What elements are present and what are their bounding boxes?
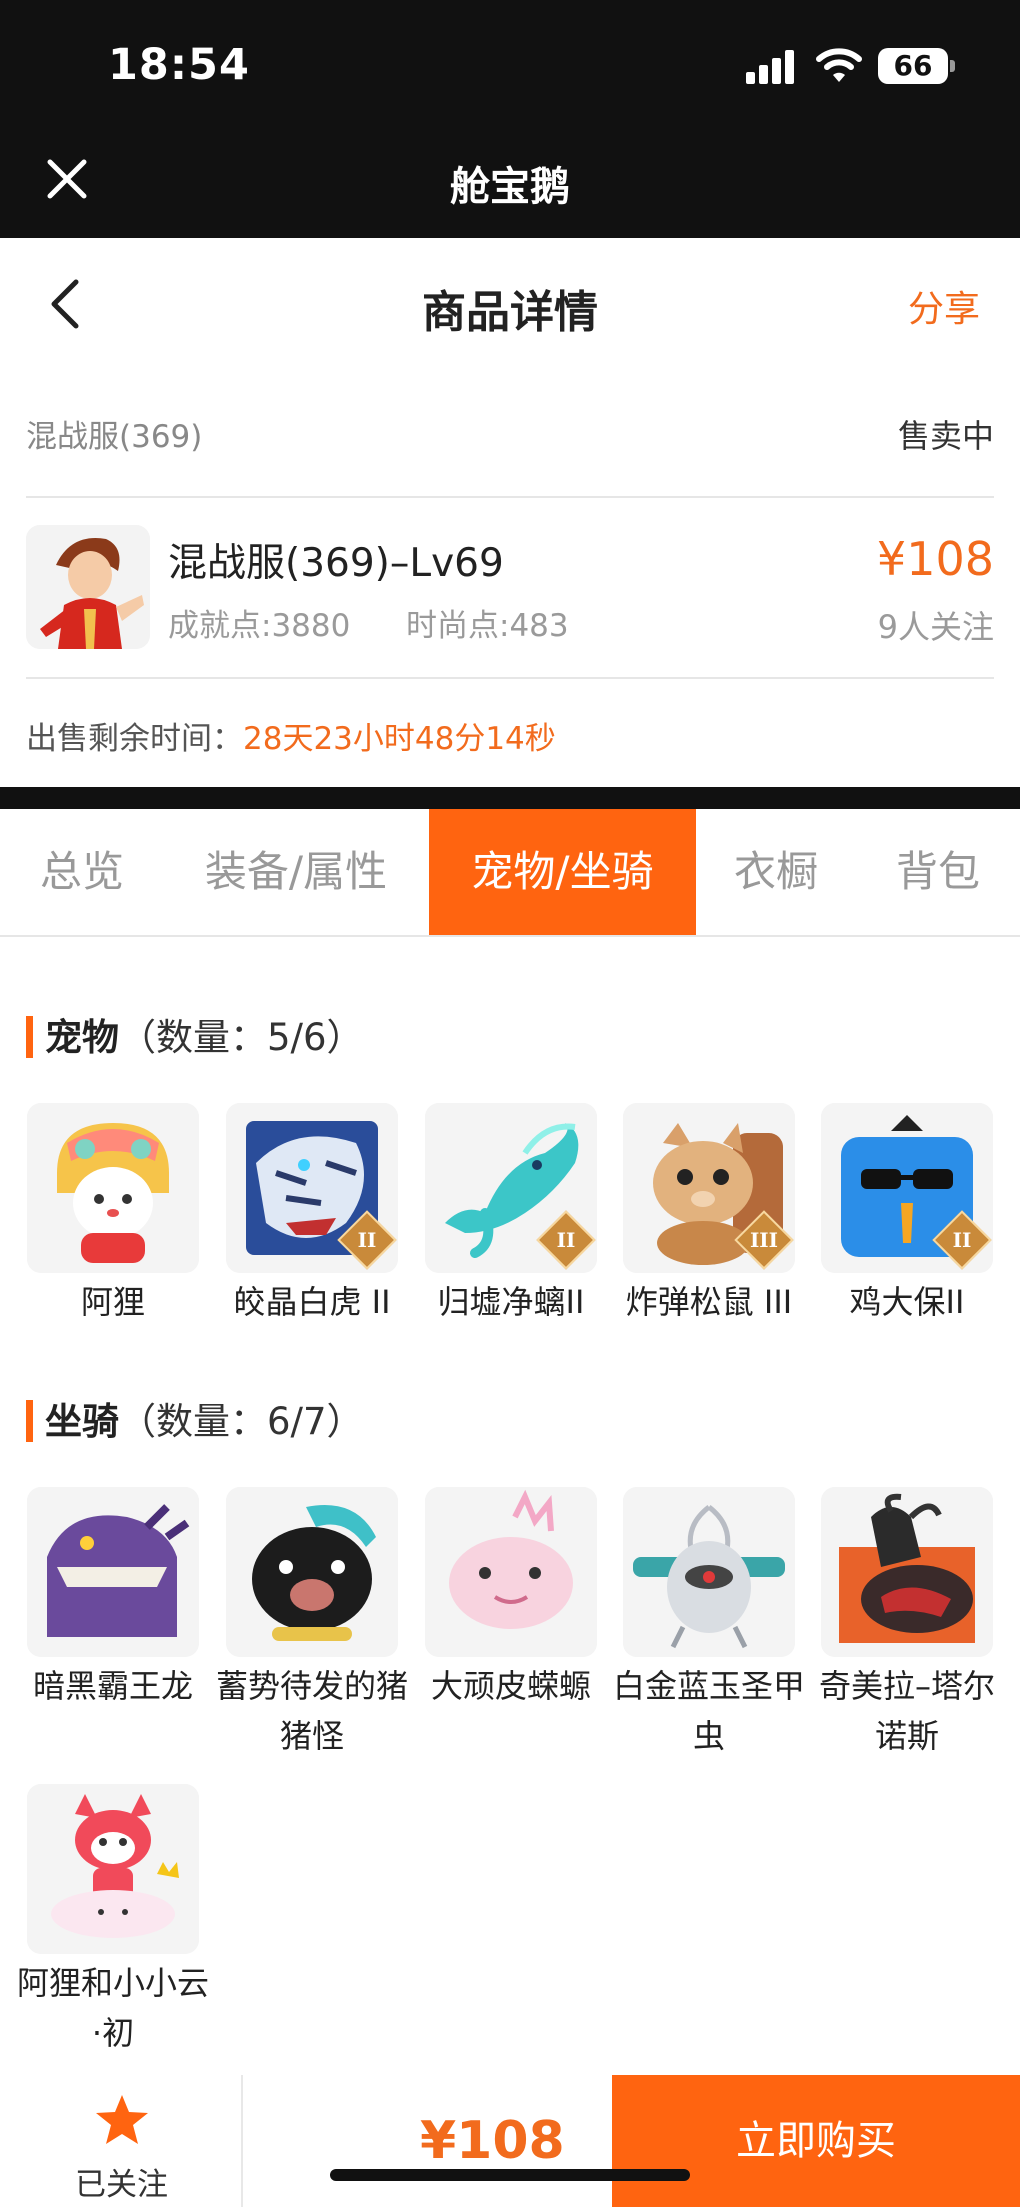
blue-chicken-pet-icon: II (821, 1103, 993, 1273)
tier-badge-label: II (357, 1228, 377, 1252)
follower-count: 9人关注 (877, 608, 994, 646)
mount-tile[interactable]: 阿狸和小小云·初 (17, 1784, 209, 2058)
mount-tile[interactable]: 暗黑霸王龙 (27, 1487, 199, 1711)
bottom-action-bar: 已关注 ¥108 立即购买 (0, 2075, 1020, 2207)
achievement-points: 成就点:3880 (168, 608, 351, 644)
tab-overview[interactable]: 总览 (0, 809, 164, 935)
avatar (26, 525, 150, 649)
timer-value: 28天23小时48分14秒 (243, 721, 556, 757)
listing-price: ¥108 (876, 532, 994, 586)
mount-name: 阿狸和小小云·初 (16, 1964, 209, 2052)
pet-tile[interactable]: III 炸弹松鼠 III (623, 1103, 795, 1327)
black-pig-mount-icon (226, 1487, 398, 1657)
purple-trex-mount-icon (27, 1487, 199, 1657)
page-title: 商品详情 (422, 287, 598, 338)
mount-tile[interactable]: 大顽皮蝾螈 (425, 1487, 597, 1711)
section-name: 坐骑 (45, 1400, 119, 1443)
pet-tile[interactable]: II 皎晶白虎 II (226, 1103, 398, 1327)
pet-name: 阿狸 (80, 1283, 145, 1321)
white-tiger-pet-icon: II (226, 1103, 398, 1273)
tab-bar: 总览 装备/属性 宠物/坐骑 衣橱 背包 (0, 809, 1020, 937)
buy-now-button[interactable]: 立即购买 (612, 2075, 1020, 2207)
accent-bar (26, 1399, 33, 1442)
mount-name: 奇美拉–塔尔诺斯 (818, 1667, 995, 1755)
follow-button[interactable]: 已关注 (0, 2075, 243, 2207)
pets-section-title: 宠物（数量：5/6） (26, 1007, 364, 1061)
tier-badge-label: II (952, 1228, 972, 1252)
mount-tile[interactable]: 蓄势待发的猪猪怪 (216, 1487, 408, 1761)
tab-pets-mounts[interactable]: 宠物/坐骑 (429, 809, 696, 935)
mount-name: 白金蓝玉圣甲虫 (612, 1667, 805, 1755)
section-count: （数量：5/6） (119, 1016, 364, 1059)
squirrel-pet-icon: III (623, 1103, 795, 1273)
status-time: 18:54 (108, 40, 250, 90)
character-title: 混战服(369)–Lv69 (168, 541, 504, 586)
character-summary[interactable]: 混战服(369)–Lv69 成就点:3880 时尚点:483 ¥108 9人关注 (26, 522, 994, 652)
chimera-mount-icon (821, 1487, 993, 1657)
pet-tile[interactable]: 阿狸 (27, 1103, 199, 1327)
divider (26, 496, 994, 498)
tab-equipment[interactable]: 装备/属性 (164, 809, 428, 935)
accent-bar (26, 1015, 33, 1058)
battery-cap (950, 60, 955, 72)
cyan-dragon-pet-icon: II (425, 1103, 597, 1273)
tier-badge-label: II (556, 1228, 576, 1252)
cellular-signal-icon (746, 50, 796, 84)
tab-backpack[interactable]: 背包 (856, 809, 1020, 935)
section-name: 宠物 (45, 1016, 119, 1059)
fashion-points: 时尚点:483 (406, 608, 569, 644)
star-icon (96, 2095, 148, 2144)
pink-axolotl-mount-icon (425, 1487, 597, 1657)
bottom-price: ¥108 (420, 2111, 565, 2171)
pet-tile[interactable]: II 归墟净螭II (425, 1103, 597, 1327)
divider (26, 677, 994, 679)
pet-tile[interactable]: II 鸡大保II (821, 1103, 993, 1327)
scarab-mount-icon (623, 1487, 795, 1657)
mount-tile[interactable]: 奇美拉–塔尔诺斯 (819, 1487, 995, 1761)
server-name: 混战服(369) (26, 419, 203, 455)
follow-label: 已关注 (75, 2167, 168, 2203)
sale-timer: 出售剩余时间：28天23小时48分14秒 (26, 713, 556, 758)
timer-label: 出售剩余时间： (26, 721, 243, 757)
tab-wardrobe[interactable]: 衣橱 (696, 809, 856, 935)
fox-cloud-mount-icon (27, 1784, 199, 1954)
server-row: 混战服(369) 售卖中 (26, 405, 994, 465)
home-indicator (330, 2169, 690, 2181)
app-title: 舱宝鹅 (450, 164, 570, 210)
mount-name: 蓄势待发的猪猪怪 (215, 1667, 408, 1755)
pet-name: 炸弹松鼠 III (625, 1283, 793, 1321)
tier-badge-label: III (749, 1228, 779, 1252)
fox-lion-pet-icon (27, 1103, 199, 1273)
battery-indicator: 66 (878, 48, 948, 84)
sale-status-badge: 售卖中 (897, 417, 994, 455)
mounts-section-title: 坐骑（数量：6/7） (26, 1391, 364, 1445)
share-button[interactable]: 分享 (908, 280, 980, 332)
mount-name: 暗黑霸王龙 (32, 1667, 193, 1705)
page-header: 商品详情 分享 (0, 238, 1020, 368)
pet-name: 鸡大保II (849, 1283, 965, 1321)
wifi-icon (816, 48, 862, 82)
section-count: （数量：6/7） (119, 1400, 364, 1443)
pet-name: 归墟净螭II (437, 1283, 585, 1321)
app-top-bar: 18:54 66 舱宝鹅 (0, 0, 1020, 238)
mount-name: 大顽皮蝾螈 (430, 1667, 591, 1705)
mount-tile[interactable]: 白金蓝玉圣甲虫 (613, 1487, 805, 1761)
pet-name: 皎晶白虎 II (233, 1283, 391, 1321)
section-separator (0, 787, 1020, 809)
